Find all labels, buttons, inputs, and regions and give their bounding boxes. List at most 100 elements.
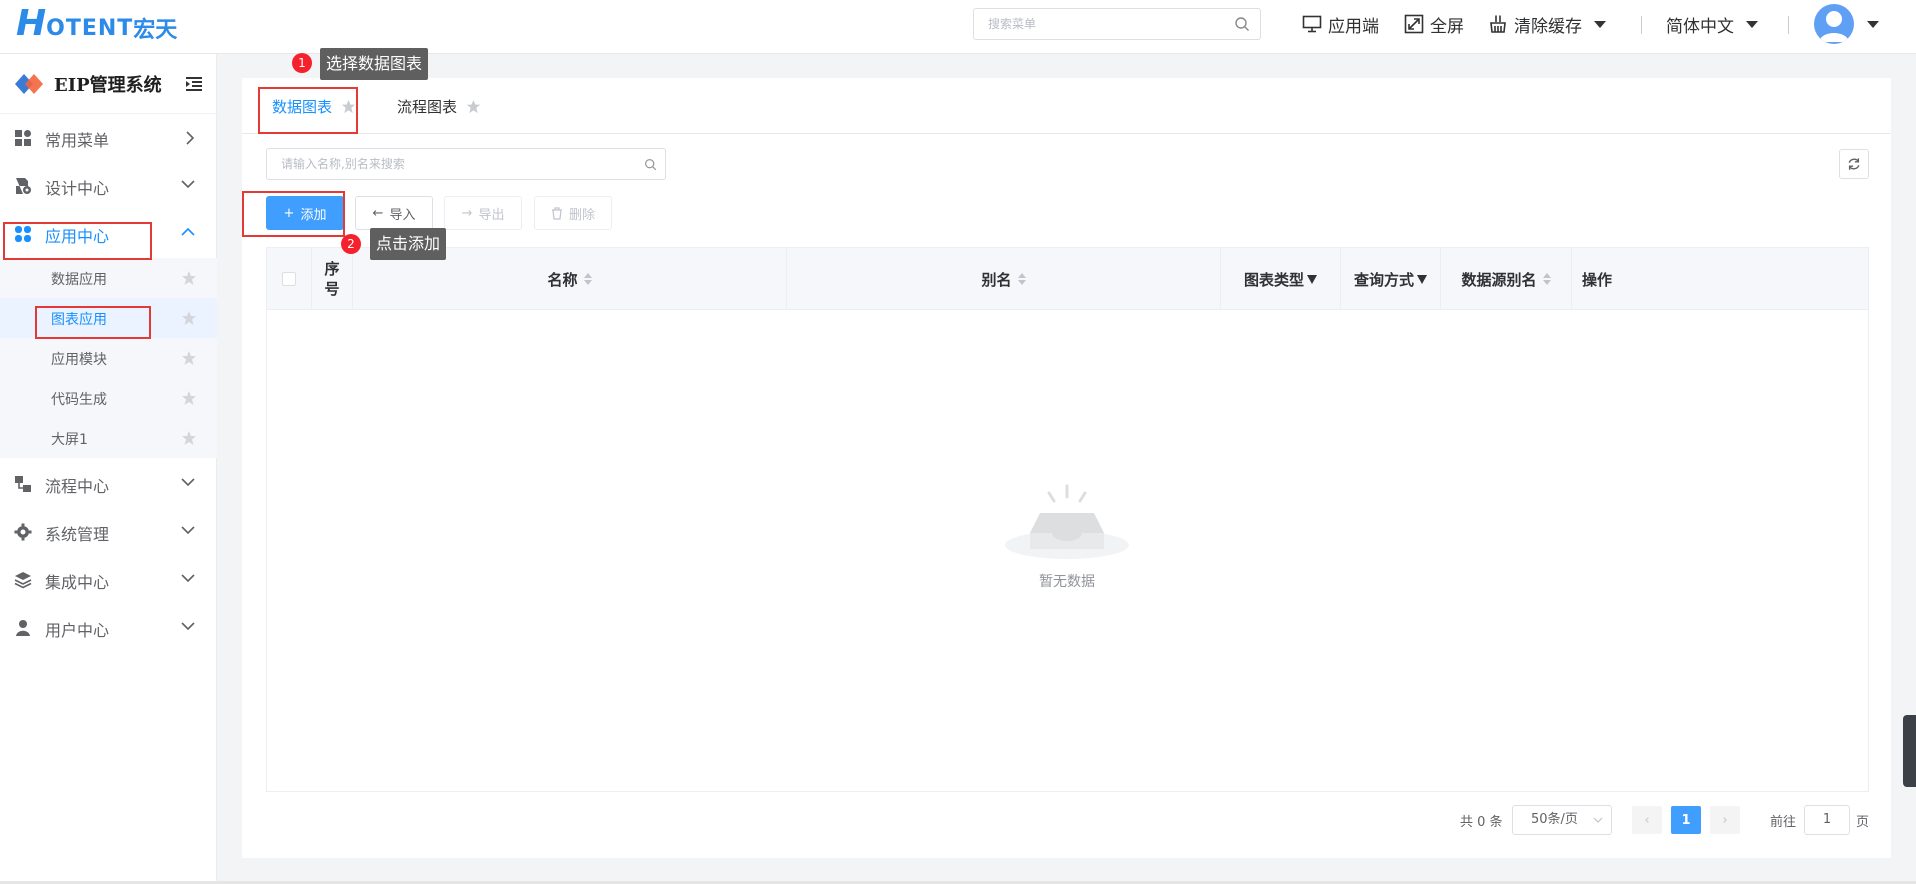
empty-box-icon (1005, 484, 1129, 559)
fullscreen-icon (1404, 14, 1424, 34)
highlight-add-button (242, 191, 345, 237)
collapse-menu-icon[interactable] (185, 76, 202, 91)
star-icon[interactable] (181, 310, 197, 326)
fullscreen-label: 全屏 (1430, 16, 1464, 37)
sidebar-item-design[interactable]: 设计中心 (0, 162, 217, 210)
highlight-chart-app (35, 306, 151, 339)
column-header-alias[interactable]: 别名 (787, 248, 1221, 310)
filter-icon[interactable] (1417, 274, 1427, 284)
column-label: 名称 (547, 270, 578, 289)
goto-label: 前往 (1770, 814, 1797, 830)
sidebar-item-common[interactable]: 常用菜单 (0, 114, 217, 162)
side-widget-handle[interactable] (1903, 715, 1916, 787)
select-all-checkbox[interactable] (282, 272, 296, 286)
chevron-left-icon: ‹ (1644, 812, 1650, 828)
sidebar-item-label: 集成中心 (45, 573, 110, 592)
sort-icon[interactable] (1017, 273, 1026, 285)
goto-page: 前往 1 页 (1770, 805, 1869, 835)
user-icon (16, 620, 30, 636)
broom-icon (1490, 15, 1506, 33)
sidebar-item-flow[interactable]: 流程中心 (0, 460, 217, 508)
star-icon[interactable] (181, 270, 197, 286)
sidebar-sub-item-data-app[interactable]: 数据应用 (0, 258, 217, 298)
arrow-left-icon: ← (372, 205, 384, 221)
pagination: 共 0 条 (1460, 805, 1503, 835)
sidebar-item-integration[interactable]: 集成中心 (0, 556, 217, 604)
sort-icon[interactable] (583, 273, 592, 285)
delete-button[interactable]: 删除 (534, 196, 612, 230)
page-number-current[interactable]: 1 (1671, 806, 1701, 834)
sidebar-sub-label: 代码生成 (51, 392, 107, 408)
column-label: 数据源别名 (1461, 270, 1537, 289)
next-page-wrap: › (1710, 805, 1740, 835)
sidebar-item-system[interactable]: 系统管理 (0, 508, 217, 556)
search-icon[interactable] (644, 158, 657, 171)
tab-label: 流程图表 (397, 98, 458, 116)
logo-text: OTENT (46, 15, 134, 41)
sidebar-sub-item-app-module[interactable]: 应用模块 (0, 338, 217, 378)
step-tip-1: 选择数据图表 (320, 48, 429, 80)
column-label: 图表类型 (1243, 270, 1304, 289)
page-size-select[interactable]: 50条/页 (1512, 805, 1612, 835)
tab-bar: 数据图表 流程图表 (242, 78, 1891, 134)
logo-h: H (16, 3, 47, 44)
column-header-query-mode[interactable]: 查询方式 (1341, 248, 1441, 310)
column-header-datasource-alias[interactable]: 数据源别名 (1441, 248, 1572, 310)
sort-icon[interactable] (1542, 273, 1551, 285)
language-select[interactable]: 简体中文 (1666, 12, 1758, 37)
fullscreen-button[interactable]: 全屏 (1404, 12, 1464, 37)
app-client-button[interactable]: 应用端 (1302, 12, 1379, 37)
next-page-button[interactable]: › (1710, 806, 1740, 834)
sidebar-sub-label: 数据应用 (51, 272, 107, 288)
column-header-actions: 操作 (1572, 248, 1868, 310)
avatar[interactable] (1814, 4, 1854, 44)
star-icon[interactable] (466, 99, 481, 114)
name-alias-search-input[interactable]: 请输入名称,别名来搜索 (266, 148, 666, 180)
star-icon[interactable] (181, 430, 197, 446)
brand-logo[interactable]: H OTENT 宏天 (16, 3, 177, 44)
tab-flow-chart[interactable]: 流程图表 (397, 96, 481, 117)
menu-search-placeholder: 搜索菜单 (988, 17, 1037, 31)
prev-page-button[interactable]: ‹ (1632, 806, 1662, 834)
divider (1641, 16, 1642, 34)
sidebar-sub-item-code-gen[interactable]: 代码生成 (0, 378, 217, 418)
design-doc-icon (16, 178, 31, 194)
sidebar-sub-label: 应用模块 (51, 352, 107, 368)
empty-state: 暂无数据 (1002, 483, 1132, 591)
sidebar-sub-label: 大屏1 (51, 432, 88, 448)
filter-icon[interactable] (1307, 274, 1317, 284)
sidebar-sub-item-big-screen[interactable]: 大屏1 (0, 418, 217, 458)
refresh-icon (1848, 158, 1860, 170)
sidebar-item-user[interactable]: 用户中心 (0, 604, 217, 652)
page-size-select-wrap: 50条/页 (1512, 805, 1612, 835)
import-button[interactable]: ← 导入 (355, 196, 433, 230)
step-badge-2: 2 (341, 234, 361, 254)
top-bar: H OTENT 宏天 搜索菜单 应用端 全屏 清除缓存 简体中文 (0, 0, 1916, 54)
export-button[interactable]: → 导出 (444, 196, 522, 230)
table-header: 序号 名称 别名 图表类型 查询方式 数据源别名 操作 (267, 248, 1868, 310)
star-icon[interactable] (181, 390, 197, 406)
column-label: 序号 (324, 260, 340, 298)
refresh-button[interactable] (1839, 149, 1869, 179)
chevron-down-icon (181, 478, 195, 487)
star-icon[interactable] (181, 350, 197, 366)
app-client-label: 应用端 (1328, 16, 1379, 37)
chevron-down-icon (181, 622, 195, 631)
delete-label: 删除 (568, 207, 595, 223)
column-label: 操作 (1582, 270, 1613, 289)
chart-table: 序号 名称 别名 图表类型 查询方式 数据源别名 操作 暂无数据 (266, 247, 1869, 792)
highlight-tab-data-chart (258, 87, 358, 134)
chevron-down-icon (181, 574, 195, 583)
page-size-value: 50条/页 (1531, 812, 1578, 827)
column-header-chart-type[interactable]: 图表类型 (1221, 248, 1341, 310)
page-suffix: 页 (1856, 814, 1870, 830)
prev-page-wrap: ‹ (1632, 805, 1662, 835)
export-label: 导出 (478, 207, 505, 223)
menu-search-input[interactable]: 搜索菜单 (973, 8, 1261, 40)
clear-cache-button[interactable]: 清除缓存 (1488, 12, 1606, 37)
sidebar-item-label: 系统管理 (45, 525, 110, 544)
select-all-cell (267, 248, 312, 310)
sidebar: EIP管理系统 常用菜单 设计中心 应用中心 数据应用 图表应用 应用模块 代码… (0, 54, 217, 884)
avatar-chevron-down-icon[interactable] (1867, 21, 1879, 28)
goto-page-input[interactable]: 1 (1804, 805, 1851, 835)
